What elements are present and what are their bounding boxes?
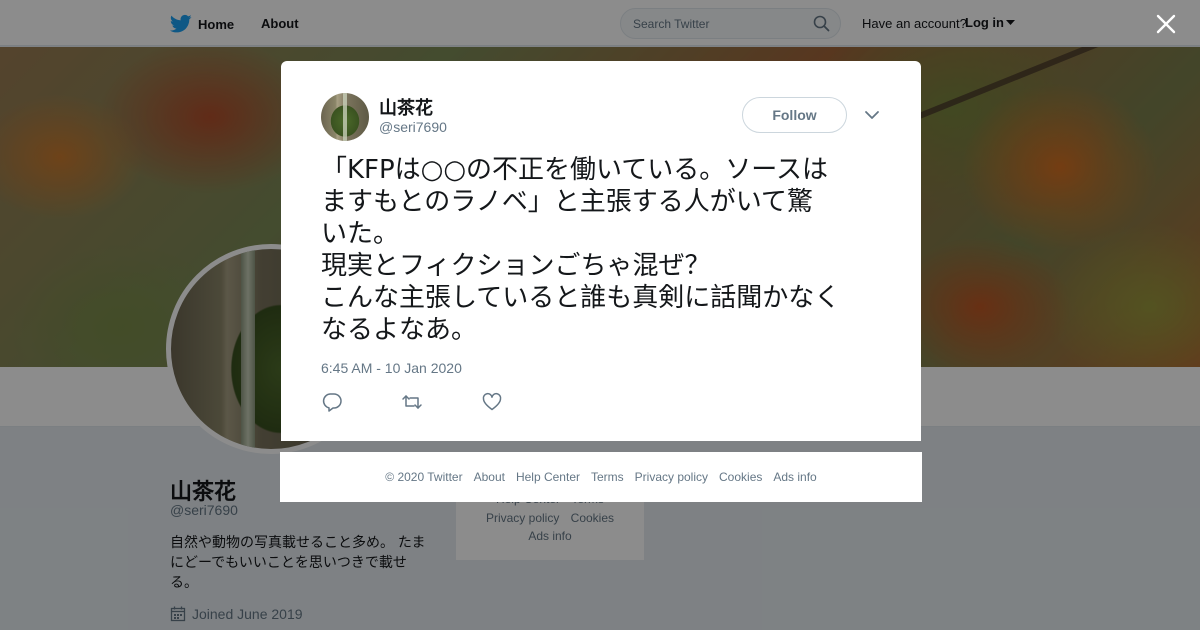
footer-link-about[interactable]: About: [474, 470, 505, 484]
footer-link-terms[interactable]: Terms: [591, 470, 624, 484]
tweet-author-name[interactable]: 山茶花: [379, 94, 433, 120]
footer-copyright: © 2020 Twitter: [385, 470, 463, 484]
tweet-text-line: ますもとのラノベ」と主張する人がいて驚: [321, 187, 813, 217]
tweet-text-line: 「KFPは○○の不正を働いている。ソースは: [321, 155, 828, 185]
tweet-text-line: 現実とフィクションごちゃ混ぜ？: [321, 251, 711, 281]
heart-icon[interactable]: [481, 391, 503, 413]
footer-link-privacy-policy[interactable]: Privacy policy: [635, 470, 708, 484]
retweet-icon[interactable]: [401, 391, 423, 413]
close-icon[interactable]: [1154, 12, 1178, 36]
tweet-author-avatar[interactable]: [321, 93, 369, 141]
tweet-text-line: こんな主張していると誰も真剣に話聞かなく: [321, 283, 841, 313]
footer-link-cookies[interactable]: Cookies: [719, 470, 762, 484]
tweet-author-handle[interactable]: @seri7690: [379, 119, 447, 135]
reply-icon[interactable]: [321, 391, 343, 413]
footer-link-ads-info[interactable]: Ads info: [773, 470, 816, 484]
avatar-bamboo-stalk: [343, 93, 347, 141]
footer-link-help-center[interactable]: Help Center: [516, 470, 580, 484]
tweet-text-line: なるよなあ。: [321, 315, 478, 345]
tweet-modal: 山茶花 @seri7690 Follow 「KFPは○○の不正を働いている。ソー…: [281, 61, 921, 441]
tweet-timestamp[interactable]: 6:45 AM - 10 Jan 2020: [321, 360, 462, 376]
tweet-text-line: いた。: [321, 219, 400, 249]
modal-overlay[interactable]: 山茶花 @seri7690 Follow 「KFPは○○の不正を働いている。ソー…: [0, 0, 1200, 630]
follow-button[interactable]: Follow: [742, 97, 847, 133]
chevron-down-icon[interactable]: [864, 107, 880, 123]
modal-footer: © 2020 Twitter About Help Center Terms P…: [280, 452, 922, 502]
tweet-text: 「KFPは○○の不正を働いている。ソースは ますもとのラノベ」と主張する人がいて…: [321, 154, 891, 346]
